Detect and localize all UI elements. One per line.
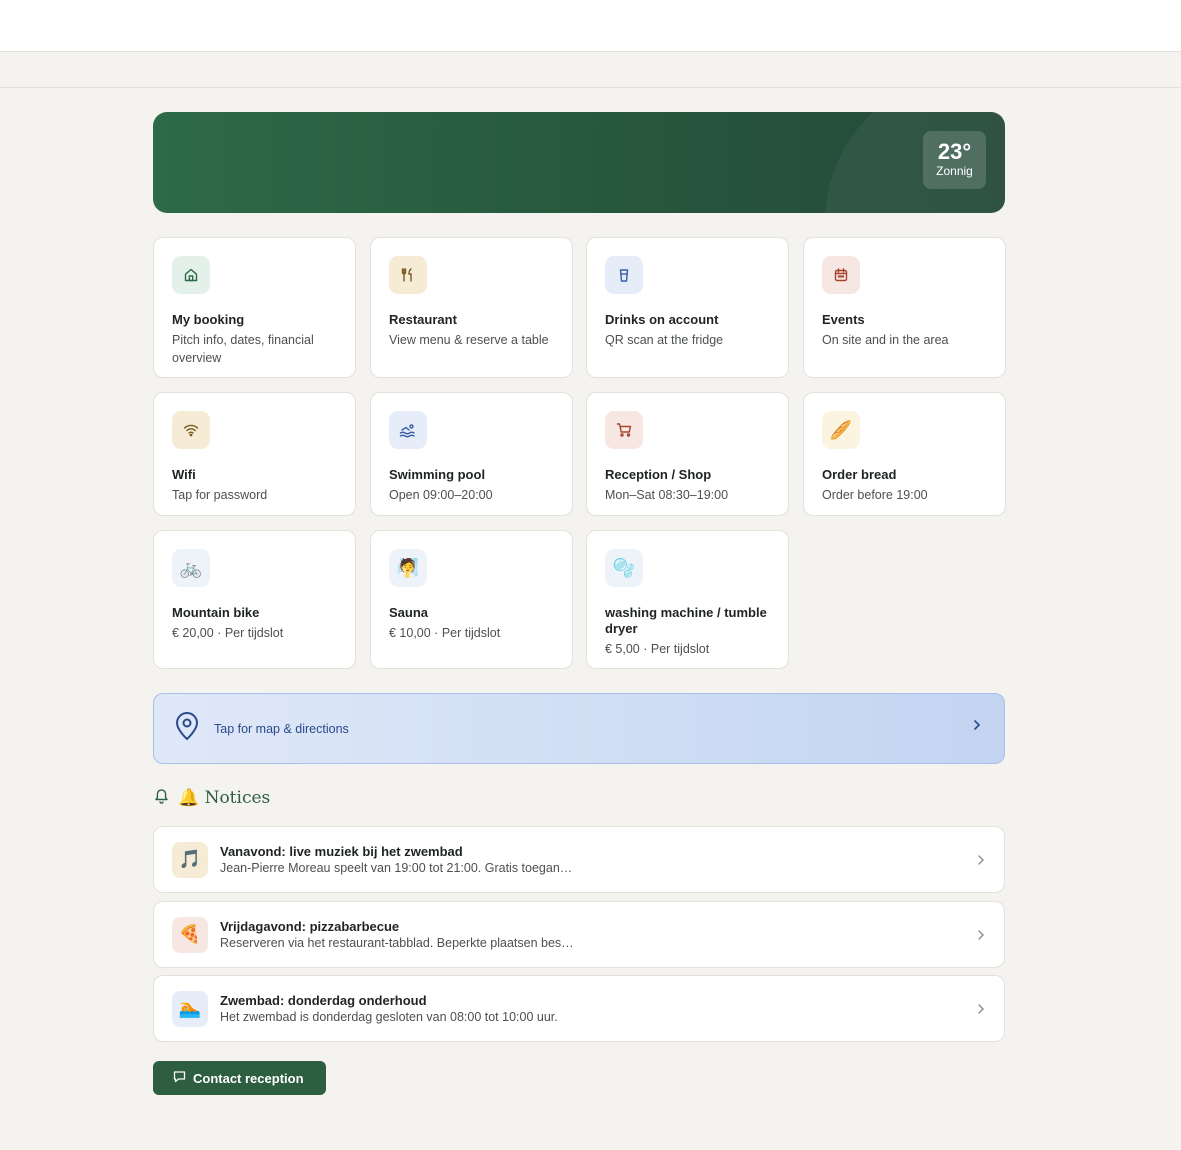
card-sauna[interactable]: 🧖 Sauna € 10,00 · Per tijdslot <box>370 530 573 669</box>
contact-reception-label: Contact reception <box>193 1070 304 1086</box>
card-title: My booking <box>172 312 245 327</box>
music-note-icon: 🎵 <box>172 841 208 878</box>
card-title: Wifi <box>172 467 196 482</box>
bread-icon: 🥖 <box>822 411 860 449</box>
notice-item[interactable]: 🎵 Vanavond: live muziek bij het zwembad … <box>153 826 1005 893</box>
card-subtitle: Pitch info, dates, financial overview <box>172 333 314 365</box>
hero-banner: 23° Zonnig <box>153 112 1005 213</box>
swimmer-icon <box>389 411 427 449</box>
chevron-right-icon <box>972 718 982 737</box>
card-subtitle: € 5,00 · Per tijdslot <box>605 642 710 656</box>
bell-icon <box>153 787 170 810</box>
bicycle-icon: 🚲 <box>172 549 210 587</box>
wifi-icon <box>172 411 210 449</box>
card-subtitle: Tap for password <box>172 488 268 502</box>
card-my-booking[interactable]: My booking Pitch info, dates, financial … <box>153 237 356 378</box>
calendar-icon <box>822 256 860 294</box>
chevron-right-icon <box>976 1002 986 1021</box>
card-title: Order bread <box>822 467 897 482</box>
sub-bar <box>0 52 1181 88</box>
pizza-icon: 🍕 <box>172 916 208 953</box>
card-reception-shop[interactable]: Reception / Shop Mon–Sat 08:30–19:00 <box>586 392 789 516</box>
cart-icon <box>605 411 643 449</box>
notice-text: Jean-Pierre Moreau speelt van 19:00 tot … <box>220 860 573 875</box>
map-directions-label: Tap for map & directions <box>214 721 349 736</box>
card-subtitle: € 10,00 · Per tijdslot <box>389 626 501 640</box>
weather-condition: Zonnig <box>936 164 973 178</box>
notice-title: Zwembad: donderdag onderhoud <box>220 992 427 1008</box>
card-subtitle: € 20,00 · Per tijdslot <box>172 626 284 640</box>
cup-icon <box>605 256 643 294</box>
card-subtitle: QR scan at the fridge <box>605 333 724 347</box>
weather-widget: 23° Zonnig <box>923 131 986 189</box>
contact-reception-button[interactable]: Contact reception <box>153 1061 326 1095</box>
chat-bubble-icon <box>173 1070 186 1086</box>
notice-title: Vrijdagavond: pizzabarbecue <box>220 918 400 934</box>
swimmer-icon: 🏊 <box>172 990 208 1027</box>
service-grid: My booking Pitch info, dates, financial … <box>153 237 1006 669</box>
card-subtitle: View menu & reserve a table <box>389 333 549 347</box>
card-wifi[interactable]: Wifi Tap for password <box>153 392 356 516</box>
card-title: Mountain bike <box>172 605 260 620</box>
card-title: Events <box>822 312 865 327</box>
card-events[interactable]: Events On site and in the area <box>803 237 1006 378</box>
card-order-bread[interactable]: 🥖 Order bread Order before 19:00 <box>803 392 1006 516</box>
card-title: Sauna <box>389 605 429 620</box>
notice-item[interactable]: 🏊 Zwembad: donderdag onderhoud Het zwemb… <box>153 975 1005 1042</box>
notice-item[interactable]: 🍕 Vrijdagavond: pizzabarbecue Reserveren… <box>153 901 1005 968</box>
card-mountain-bike[interactable]: 🚲 Mountain bike € 20,00 · Per tijdslot <box>153 530 356 669</box>
weather-temperature: 23° <box>937 139 972 164</box>
card-subtitle: Mon–Sat 08:30–19:00 <box>605 488 729 502</box>
map-directions-banner[interactable]: Tap for map & directions <box>153 693 1005 764</box>
fork-knife-icon <box>389 256 427 294</box>
card-washing-machine[interactable]: 🫧 washing machine / tumble dryer € 5,00 … <box>586 530 789 669</box>
notice-text: Het zwembad is donderdag gesloten van 08… <box>220 1009 558 1024</box>
card-title: Restaurant <box>389 312 457 327</box>
notices-title: 🔔 Notices <box>178 788 271 808</box>
main-content: 23° Zonnig My booking Pitch info, dates,… <box>153 112 1006 1095</box>
sauna-icon: 🧖 <box>389 549 427 587</box>
chevron-right-icon <box>976 928 986 947</box>
card-subtitle: Order before 19:00 <box>822 488 928 502</box>
card-title: Drinks on account <box>605 312 719 327</box>
card-drinks-on-account[interactable]: Drinks on account QR scan at the fridge <box>586 237 789 378</box>
home-icon <box>172 256 210 294</box>
card-restaurant[interactable]: Restaurant View menu & reserve a table <box>370 237 573 378</box>
top-bar <box>0 0 1181 52</box>
card-title: washing machine / tumble dryer <box>605 605 767 636</box>
notice-text: Reserveren via het restaurant-tabblad. B… <box>220 935 574 950</box>
notices-header: 🔔 Notices <box>153 787 270 809</box>
card-title: Swimming pool <box>389 467 486 482</box>
card-subtitle: On site and in the area <box>822 333 949 347</box>
card-subtitle: Open 09:00–20:00 <box>389 488 493 502</box>
bubbles-icon: 🫧 <box>605 549 643 587</box>
notice-title: Vanavond: live muziek bij het zwembad <box>220 843 463 859</box>
card-title: Reception / Shop <box>605 467 712 482</box>
map-pin-icon <box>174 711 200 746</box>
card-swimming-pool[interactable]: Swimming pool Open 09:00–20:00 <box>370 392 573 516</box>
chevron-right-icon <box>976 853 986 872</box>
